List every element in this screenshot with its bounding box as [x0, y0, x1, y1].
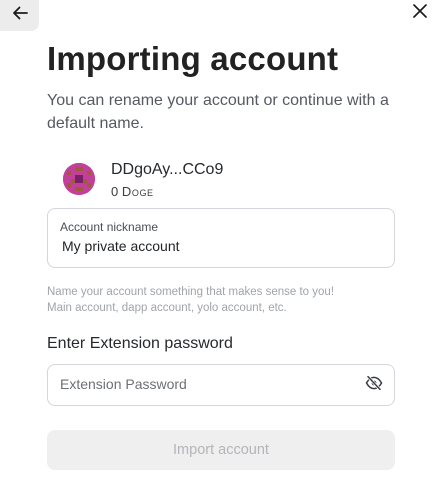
back-button[interactable] — [0, 0, 39, 31]
toggle-password-visibility-button[interactable] — [364, 375, 384, 395]
nickname-hint: Name your account something that makes s… — [47, 284, 397, 316]
page-subtitle: You can rename your account or continue … — [47, 92, 389, 132]
extension-password-input[interactable] — [60, 376, 350, 392]
close-icon — [412, 3, 428, 24]
account-summary: DDgoAy...CCo9 0 Doge — [63, 161, 383, 201]
balance-amount: 0 — [111, 184, 119, 199]
account-name: DDgoAy...CCo9 — [111, 161, 224, 178]
arrow-left-icon — [10, 3, 30, 28]
identicon-avatar — [63, 163, 95, 195]
account-nickname-label: Account nickname — [60, 220, 159, 234]
nickname-hint-line-1: Name your account something that makes s… — [47, 286, 335, 298]
balance-unit: Doge — [121, 184, 154, 199]
account-nickname-field[interactable]: Account nickname — [47, 208, 395, 268]
close-button[interactable] — [409, 2, 431, 24]
extension-password-field[interactable] — [47, 364, 395, 406]
page-title: Importing account — [47, 40, 339, 77]
import-account-button[interactable]: Import account — [47, 430, 395, 470]
account-nickname-input[interactable] — [62, 238, 382, 254]
password-label: Enter Extension password — [47, 335, 233, 352]
nickname-hint-line-2: Main account, dapp account, yolo account… — [47, 302, 287, 314]
eye-off-icon — [365, 374, 383, 397]
account-balance: 0 Doge — [111, 184, 154, 199]
